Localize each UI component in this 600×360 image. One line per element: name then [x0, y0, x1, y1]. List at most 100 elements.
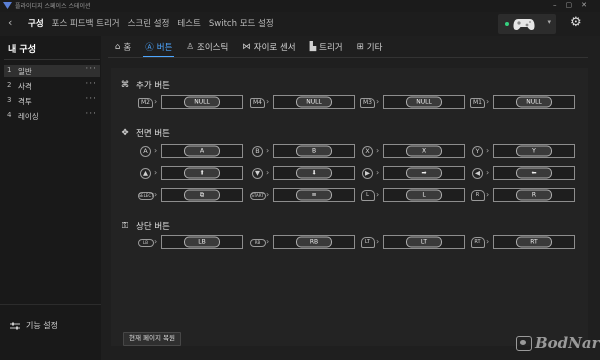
mapped-value: A [184, 145, 220, 157]
nav-test[interactable]: 테스트 [177, 17, 200, 29]
mapping-m1[interactable]: M1 › NULL [469, 95, 575, 111]
mapping-dpad-down[interactable]: ▼ › ⬇ [249, 166, 355, 182]
mapping-lt[interactable]: LT › LT [359, 235, 465, 251]
arrow-icon: › [376, 97, 380, 106]
tab-label: 홈 [123, 43, 132, 53]
tab-label: 기타 [366, 43, 383, 53]
mapping-box[interactable]: ➡ [383, 166, 465, 180]
more-options-icon[interactable]: ··· [85, 64, 97, 74]
mapping-box[interactable]: NULL [161, 95, 243, 109]
mapping-start[interactable]: START › ≡ [249, 188, 355, 204]
mapping-box[interactable]: L [383, 188, 465, 202]
close-icon[interactable]: ✕ [581, 1, 596, 9]
divider [108, 57, 588, 58]
mapping-box[interactable]: LB [161, 235, 243, 249]
b-button-icon: B [249, 145, 266, 158]
mapping-m4[interactable]: M4 › NULL [249, 95, 355, 111]
mapping-b[interactable]: B › B [249, 144, 355, 160]
mapping-box[interactable]: ⬇ [273, 166, 355, 180]
arrow-icon: › [154, 97, 158, 106]
mapped-value: NULL [296, 96, 332, 108]
profile-name: 일반 [18, 67, 32, 76]
mapping-box[interactable]: R [493, 188, 575, 202]
controller-selector[interactable]: ▾ [498, 14, 556, 34]
tab-trigger[interactable]: ▙ 트리거 [308, 37, 345, 57]
mapping-box[interactable]: B [273, 144, 355, 158]
mapping-lb[interactable]: LB › LB [137, 235, 243, 251]
dpad-left-icon: ◀ [469, 167, 486, 180]
mapping-box[interactable]: X [383, 144, 465, 158]
mapping-rb[interactable]: RB › RB [249, 235, 355, 251]
mapping-box[interactable]: NULL [273, 95, 355, 109]
arrow-icon: › [376, 168, 380, 177]
mapping-dpad-left[interactable]: ◀ › ⬅ [469, 166, 575, 182]
arrow-icon: › [486, 190, 490, 199]
mapping-box[interactable]: A [161, 144, 243, 158]
mapped-value: ≡ [296, 189, 332, 201]
mapping-box[interactable]: NULL [383, 95, 465, 109]
mapping-select[interactable]: SELECT › ⧉ [137, 188, 243, 204]
mapping-x[interactable]: X › X [359, 144, 465, 160]
section-title: 추가 버튼 [136, 81, 170, 91]
profile-item[interactable]: 3 격투 ··· [4, 94, 100, 107]
nav-switch-mode[interactable]: Switch 모드 설정 [209, 17, 274, 29]
mapped-value: NULL [184, 96, 220, 108]
mapping-box[interactable]: ⬅ [493, 166, 575, 180]
a-button-icon: A [137, 145, 154, 158]
profile-item[interactable]: 4 레이싱 ··· [4, 109, 100, 122]
nav-screen-settings[interactable]: 스크린 설정 [128, 17, 170, 29]
arrow-icon: › [154, 237, 158, 246]
arrow-icon: › [266, 190, 270, 199]
nav-force-feedback[interactable]: 포스 피드백 트리거 [52, 17, 120, 29]
more-options-icon[interactable]: ··· [85, 109, 97, 119]
button-icon: Ⓐ [145, 42, 154, 53]
mapping-m3[interactable]: M3 › NULL [359, 95, 465, 111]
mapping-m2[interactable]: M2 › NULL [137, 95, 243, 111]
tab-joystick[interactable]: ♙ 조이스틱 [184, 37, 230, 57]
mapping-box[interactable]: ≡ [273, 188, 355, 202]
rt-trigger-icon: RT [469, 236, 486, 249]
arrow-icon: › [154, 190, 158, 199]
mapping-box[interactable]: ⧉ [161, 188, 243, 202]
m1-badge-icon: M1 [469, 96, 486, 109]
mapping-l-stick[interactable]: L › L [359, 188, 465, 204]
tab-gyro[interactable]: ⋈ 자이로 센서 [240, 37, 297, 57]
mapping-box[interactable]: ⬆ [161, 166, 243, 180]
mapping-rt[interactable]: RT › RT [469, 235, 575, 251]
tab-label: 조이스틱 [197, 43, 229, 53]
minimize-icon[interactable]: – [553, 1, 566, 9]
profile-item[interactable]: 1 일반 ··· [4, 64, 100, 77]
mapped-value: RB [296, 236, 332, 248]
tab-home[interactable]: ⌂ 홈 [113, 37, 133, 57]
profile-item[interactable]: 2 사격 ··· [4, 79, 100, 92]
mapping-box[interactable]: LT [383, 235, 465, 249]
back-button[interactable]: ‹ [8, 16, 12, 29]
gear-icon[interactable]: ⚙ [570, 15, 582, 30]
more-options-icon[interactable]: ··· [85, 94, 97, 104]
restore-page-button[interactable]: 현재 페이지 복원 [123, 332, 181, 346]
mapping-box[interactable]: Y [493, 144, 575, 158]
mapping-y[interactable]: Y › Y [469, 144, 575, 160]
mapping-a[interactable]: A › A [137, 144, 243, 160]
x-button-icon: X [359, 145, 376, 158]
mapping-box[interactable]: NULL [493, 95, 575, 109]
sliders-icon [10, 322, 20, 329]
mapping-box[interactable]: RT [493, 235, 575, 249]
sidebar: 내 구성 1 일반 ··· 2 사격 ··· 3 격투 ··· 4 레이싱 ··… [0, 36, 101, 360]
app-logo-icon [3, 2, 12, 9]
mapping-dpad-up[interactable]: ▲ › ⬆ [137, 166, 243, 182]
tab-misc[interactable]: ⊞ 기타 [355, 37, 385, 57]
more-options-icon[interactable]: ··· [85, 79, 97, 89]
window-controls[interactable]: –▢✕ [553, 1, 596, 9]
mapping-r-stick[interactable]: R › R [469, 188, 575, 204]
title-bar: 플라이디지 스페이스 스테이션 –▢✕ [0, 0, 600, 12]
nav-config[interactable]: 구성 [28, 17, 44, 29]
mapping-dpad-right[interactable]: ▶ › ➡ [359, 166, 465, 182]
function-settings-button[interactable]: 기능 설정 [10, 320, 58, 331]
m3-badge-icon: M3 [359, 96, 376, 109]
mapping-box[interactable]: RB [273, 235, 355, 249]
maximize-icon[interactable]: ▢ [566, 1, 582, 9]
tab-buttons[interactable]: Ⓐ 버튼 [143, 37, 175, 57]
home-icon: ⌂ [115, 42, 121, 52]
profile-number: 4 [7, 111, 12, 119]
